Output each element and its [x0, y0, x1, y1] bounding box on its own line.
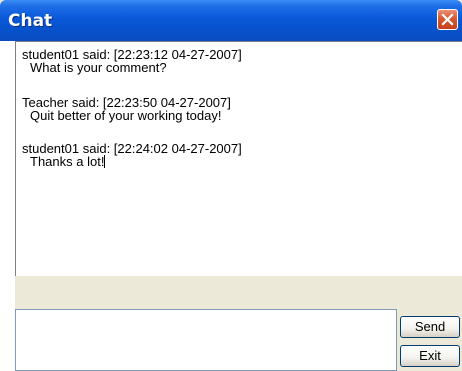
exit-button[interactable]: Exit [400, 345, 460, 367]
chat-history[interactable]: student01 said: [22:23:12 04-27-2007] Wh… [15, 41, 462, 276]
close-icon [441, 13, 454, 26]
separator-band [15, 276, 462, 309]
message-text: Quit better of your working today! [30, 108, 222, 123]
close-button[interactable] [437, 9, 458, 30]
window-title: Chat [8, 11, 53, 31]
send-button[interactable]: Send [400, 316, 460, 338]
text-caret [104, 155, 106, 168]
message-text: What is your comment? [30, 60, 167, 75]
chat-message: student01 said: [22:23:12 04-27-2007] Wh… [22, 48, 242, 74]
window-left-margin [0, 41, 15, 371]
message-input[interactable] [15, 309, 397, 371]
message-text: Thanks a lot! [30, 154, 105, 169]
chat-message: Teacher said: [22:23:50 04-27-2007] Quit… [22, 96, 231, 122]
message-text-line: Thanks a lot! [22, 155, 242, 168]
chat-window: Chat student01 said: [22:23:12 04-27-200… [0, 0, 462, 371]
title-bar[interactable]: Chat [0, 0, 462, 41]
chat-message: student01 said: [22:24:02 04-27-2007] Th… [22, 142, 242, 168]
